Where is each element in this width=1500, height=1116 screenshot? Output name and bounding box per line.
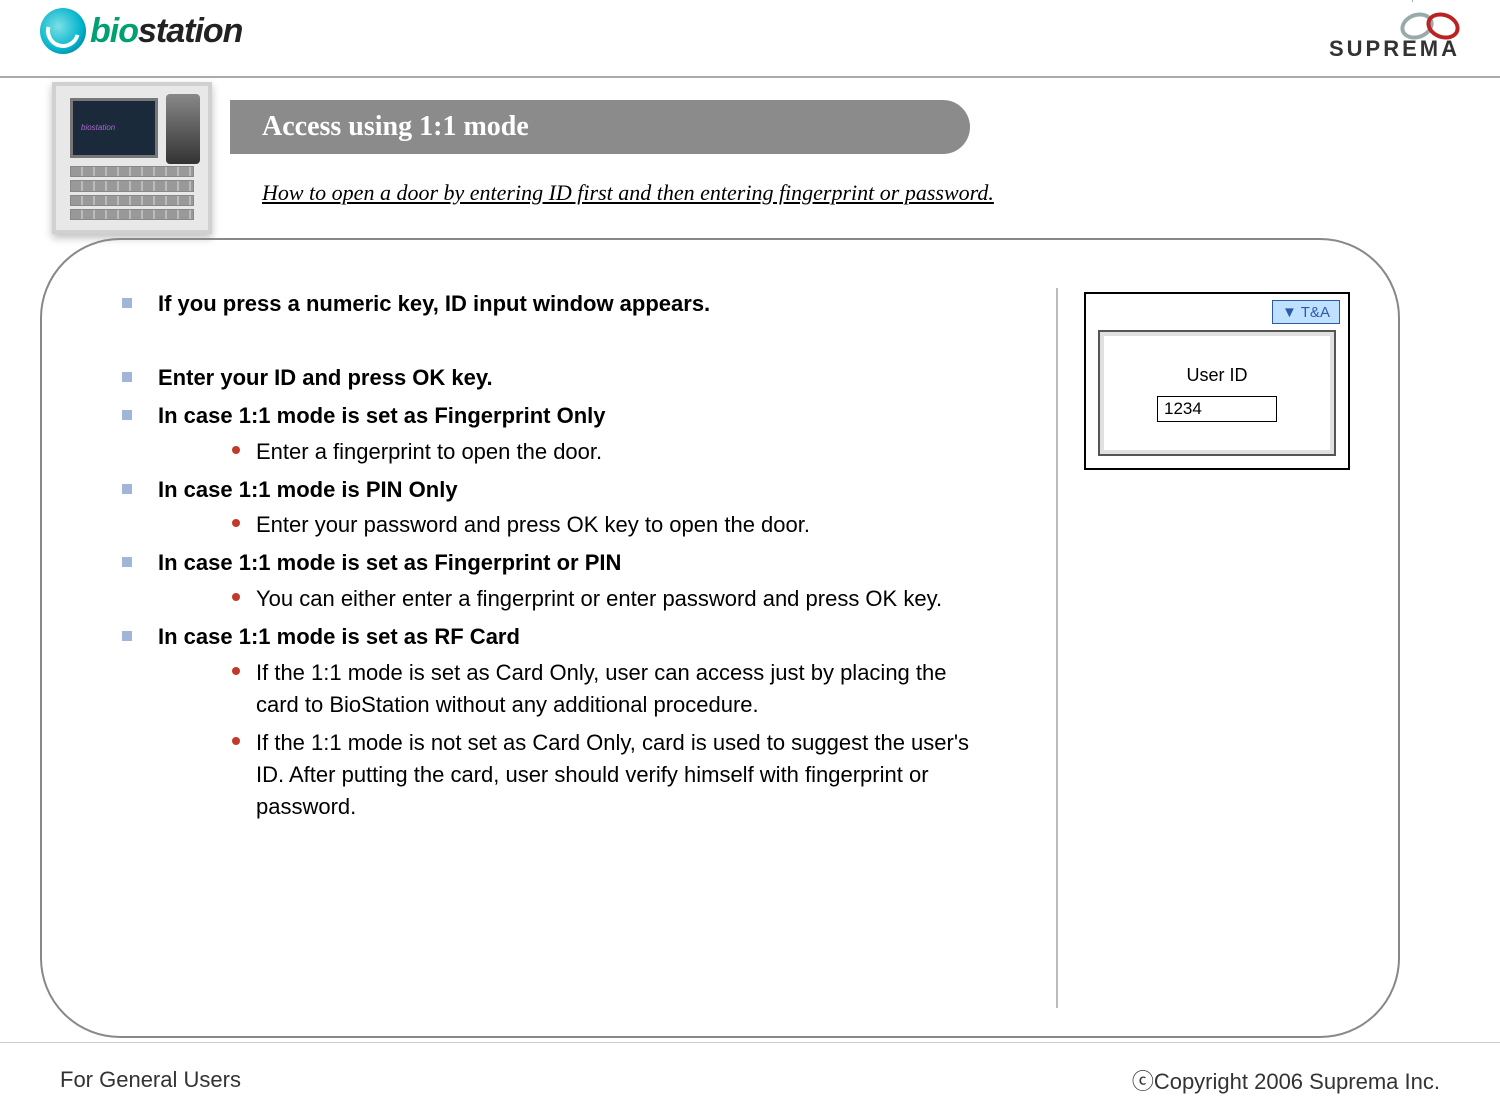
- page-number: 62: [1412, 0, 1460, 2]
- thumb-keypad: [70, 166, 194, 220]
- user-id-panel: User ID 1234: [1098, 330, 1336, 456]
- thumb-scanner: [166, 94, 200, 164]
- user-id-label: User ID: [1186, 365, 1247, 386]
- biostation-logo-text: biostation: [90, 12, 242, 51]
- square-bullet-icon: [122, 410, 132, 420]
- dot-bullet-icon: [232, 519, 240, 527]
- page-header: biostation SUPREMA: [0, 0, 1500, 78]
- bullet-heading: In case 1:1 mode is set as Fingerprint o…: [158, 547, 621, 579]
- square-bullet-icon: [122, 298, 132, 308]
- bullet-sub: If the 1:1 mode is set as Card Only, use…: [256, 657, 976, 721]
- footer-left: For General Users: [60, 1067, 241, 1093]
- suprema-infinity-icon: [1400, 8, 1460, 36]
- dot-bullet-icon: [232, 446, 240, 454]
- bullet-sub: Enter a fingerprint to open the door.: [256, 436, 602, 468]
- biostation-logo: biostation: [40, 8, 242, 54]
- content-area: biostation Access using 1:1 mode How to …: [0, 78, 1500, 102]
- suprema-logo: SUPREMA: [1329, 8, 1460, 62]
- dot-bullet-icon: [232, 667, 240, 675]
- square-bullet-icon: [122, 372, 132, 382]
- bullet-sub: If the 1:1 mode is not set as Card Only,…: [256, 727, 976, 823]
- bullet-heading: In case 1:1 mode is set as Fingerprint O…: [158, 400, 605, 432]
- vertical-divider: [1056, 288, 1058, 1008]
- bullet-heading: In case 1:1 mode is PIN Only: [158, 474, 458, 506]
- device-thumbnail: biostation: [52, 82, 212, 234]
- suprema-logo-text: SUPREMA: [1329, 36, 1460, 62]
- bullet-heading: Enter your ID and press OK key.: [158, 362, 493, 394]
- device-screen-mock: ▼ T&A User ID 1234: [1084, 292, 1350, 470]
- bullet-sub: Enter your password and press OK key to …: [256, 509, 810, 541]
- dot-bullet-icon: [232, 593, 240, 601]
- section-subtitle: How to open a door by entering ID first …: [262, 180, 994, 206]
- bullet-list: If you press a numeric key, ID input win…: [122, 288, 1092, 822]
- user-id-input[interactable]: 1234: [1157, 396, 1277, 422]
- bullet-heading: If you press a numeric key, ID input win…: [158, 288, 710, 320]
- biostation-swirl-icon: [40, 8, 86, 54]
- section-title: Access using 1:1 mode: [230, 100, 970, 154]
- thumb-screen: biostation: [70, 98, 158, 158]
- footer-right: ⓒCopyright 2006 Suprema Inc.: [1132, 1064, 1440, 1096]
- dot-bullet-icon: [232, 737, 240, 745]
- square-bullet-icon: [122, 631, 132, 641]
- square-bullet-icon: [122, 484, 132, 494]
- bullet-sub: You can either enter a fingerprint or en…: [256, 583, 942, 615]
- bullet-heading: In case 1:1 mode is set as RF Card: [158, 621, 520, 653]
- ta-dropdown[interactable]: ▼ T&A: [1272, 300, 1340, 324]
- content-panel: If you press a numeric key, ID input win…: [40, 238, 1400, 1038]
- page-footer: For General Users ⓒCopyright 2006 Suprem…: [0, 1042, 1500, 1116]
- square-bullet-icon: [122, 557, 132, 567]
